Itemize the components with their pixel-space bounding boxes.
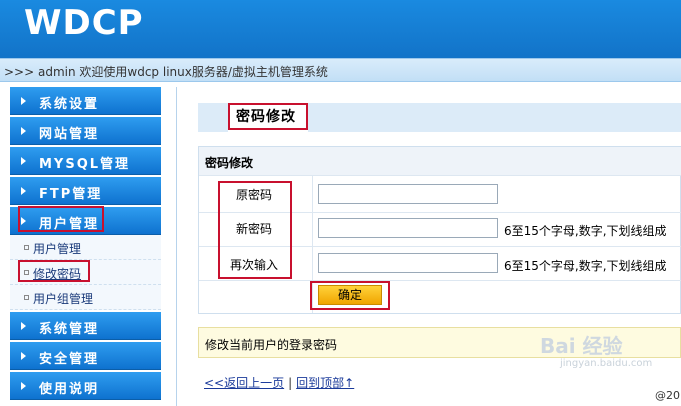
confirm-password-label: 再次输入 [230,258,279,272]
back-link[interactable]: <<返回上一页 [204,376,284,390]
watermark: Bai 经验 [540,334,623,358]
highlight-box [18,260,90,282]
bullet-icon [24,245,29,250]
menu-system-management[interactable]: 系统管理 [10,312,161,340]
menu-label: 安全管理 [39,352,100,367]
menu-security-management[interactable]: 安全管理 [10,342,161,370]
arrow-icon [21,127,26,135]
submenu-user-group-management[interactable]: 用户组管理 [10,285,161,310]
form-header: 密码修改 [199,147,681,175]
footer-links: <<返回上一页 | 回到顶部↑ [204,374,354,391]
confirm-password-hint: 6至15个字母,数字,下划线组成 [504,259,667,273]
app-header: WDCP [0,0,681,58]
copyright: @2010 [655,389,681,402]
submenu-user-management[interactable]: 用户管理 [10,235,161,260]
watermark-url: jingyan.baidu.com [560,358,653,369]
menu-label: MYSQL管理 [39,157,131,172]
highlight-box [228,103,308,130]
menu-label: 网站管理 [39,127,100,142]
menu-instructions[interactable]: 使用说明 [10,372,161,400]
old-password-input[interactable] [318,184,498,204]
arrow-icon [21,187,26,195]
menu-ftp-management[interactable]: FTP管理 [10,177,161,205]
confirm-password-input[interactable] [318,253,498,273]
link-separator: | [288,376,293,390]
menu-label: FTP管理 [39,187,103,202]
form-header-label: 密码修改 [205,156,254,170]
menu-label: 使用说明 [39,382,100,397]
arrow-icon [21,97,26,105]
back-to-top-link[interactable]: 回到顶部↑ [296,376,354,390]
new-password-hint: 6至15个字母,数字,下划线组成 [504,224,667,238]
divider [199,280,681,281]
old-password-label: 原密码 [236,188,273,202]
new-password-input[interactable] [318,218,498,238]
arrow-icon [21,382,26,390]
logo: WDCP [24,3,144,43]
arrow-icon [21,157,26,165]
menu-system-settings[interactable]: 系统设置 [10,87,161,115]
arrow-icon [21,322,26,330]
welcome-bar: >>> admin 欢迎使用wdcp linux服务器/虚拟主机管理系统 [0,58,681,82]
menu-label: 系统设置 [39,97,100,112]
new-password-label: 新密码 [236,222,273,236]
notice-text: 修改当前用户的登录密码 [205,338,338,352]
welcome-text: >>> admin 欢迎使用wdcp linux服务器/虚拟主机管理系统 [4,65,328,79]
highlight-box [18,206,104,232]
bullet-icon [24,295,29,300]
highlight-box [310,281,390,310]
menu-label: 系统管理 [39,322,100,337]
divider [199,175,681,176]
submenu-label: 用户组管理 [33,292,94,306]
arrow-icon [21,352,26,360]
menu-mysql-management[interactable]: MYSQL管理 [10,147,161,175]
submenu-label: 用户管理 [33,242,82,256]
menu-site-management[interactable]: 网站管理 [10,117,161,145]
